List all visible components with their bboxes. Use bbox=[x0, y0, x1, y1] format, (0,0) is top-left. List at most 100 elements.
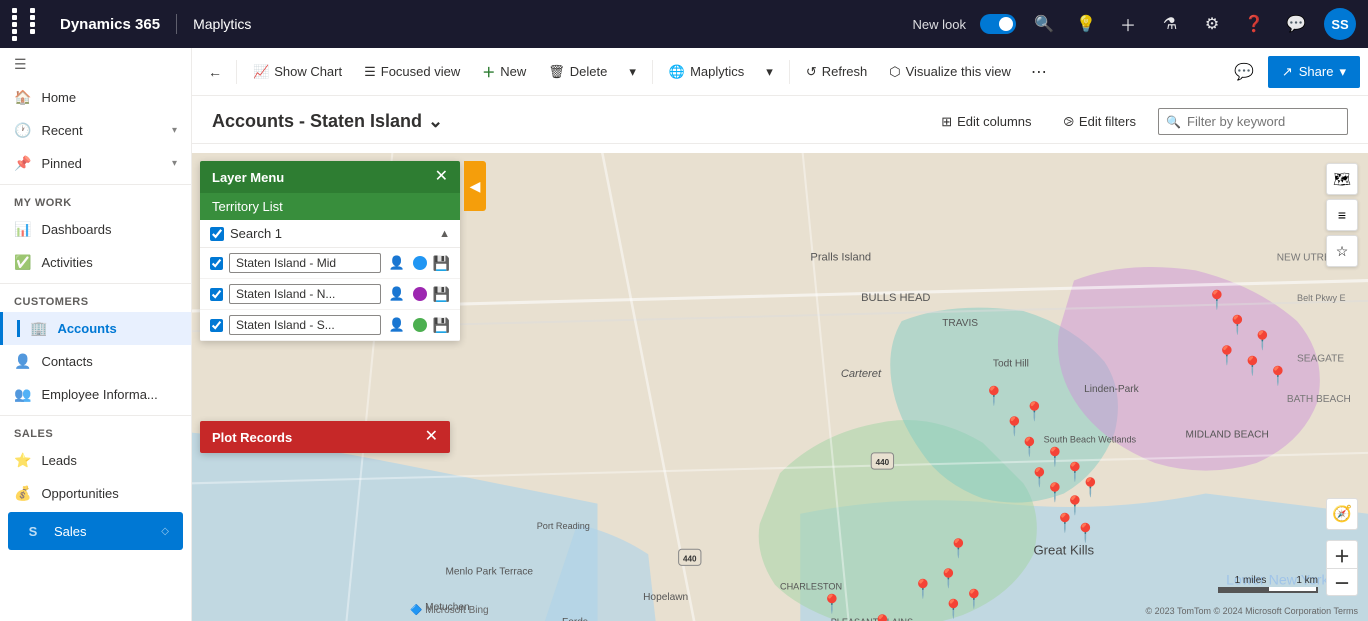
sidebar-item-dashboards[interactable]: 📊 Dashboards bbox=[0, 213, 191, 246]
territory-item-1-save-icon[interactable]: 💾 bbox=[433, 286, 450, 303]
delete-button[interactable]: 🗑 Delete bbox=[538, 54, 617, 90]
microsoft-bing-label: 🔷 Microsoft Bing bbox=[410, 605, 489, 616]
activities-label: Activities bbox=[41, 255, 92, 270]
map-star-button[interactable]: ☆ bbox=[1326, 235, 1358, 267]
list-title[interactable]: Accounts - Staten Island ⌄ bbox=[212, 111, 443, 132]
new-look-toggle[interactable] bbox=[980, 14, 1016, 34]
svg-text:📍: 📍 bbox=[871, 613, 894, 621]
delete-icon: 🗑 bbox=[548, 64, 565, 80]
territory-item-2-save-icon[interactable]: 💾 bbox=[433, 317, 450, 334]
territory-search-checkbox[interactable] bbox=[210, 227, 224, 241]
plot-panel: Plot Records ✕ bbox=[200, 421, 450, 453]
clock-icon: 🕐 bbox=[14, 122, 31, 139]
sidebar-item-opportunities[interactable]: 💰 Opportunities bbox=[0, 477, 191, 510]
settings-icon[interactable]: ⚙ bbox=[1198, 10, 1226, 38]
lightbulb-icon[interactable]: 💡 bbox=[1072, 10, 1100, 38]
help-icon[interactable]: ❓ bbox=[1240, 10, 1268, 38]
svg-text:Belt Pkwy E: Belt Pkwy E bbox=[1297, 293, 1346, 303]
scale-1mile: 1 miles bbox=[1235, 575, 1267, 586]
comments-icon-button[interactable]: 💬 bbox=[1224, 54, 1264, 90]
sidebar-item-activities[interactable]: ✅ Activities bbox=[0, 246, 191, 279]
territory-item-0-color bbox=[413, 256, 427, 270]
opportunities-label: Opportunities bbox=[41, 486, 118, 501]
chat-icon[interactable]: 💬 bbox=[1282, 10, 1310, 38]
sidebar-item-contacts[interactable]: 👤 Contacts bbox=[0, 345, 191, 378]
svg-text:Port Reading: Port Reading bbox=[537, 521, 590, 531]
zoom-out-button[interactable]: － bbox=[1326, 568, 1358, 596]
maplytics-button[interactable]: 🌐 Maplytics bbox=[659, 54, 754, 90]
sidebar-collapse[interactable]: ☰ bbox=[0, 48, 191, 81]
svg-text:📍: 📍 bbox=[962, 588, 985, 609]
dashboards-label: Dashboards bbox=[41, 222, 111, 237]
territory-item-0-checkbox[interactable] bbox=[210, 257, 223, 270]
user-avatar[interactable]: SS bbox=[1324, 8, 1356, 40]
territory-item-1-color bbox=[413, 287, 427, 301]
territory-item-2-checkbox[interactable] bbox=[210, 319, 223, 332]
territory-item-0-person-icon[interactable]: 👤 bbox=[387, 253, 407, 273]
back-button[interactable]: ← bbox=[200, 59, 230, 85]
sidebar-item-home[interactable]: 🏠 Home bbox=[0, 81, 191, 114]
sales-section: Sales bbox=[0, 420, 191, 444]
sidebar-item-sales[interactable]: S Sales ◇ bbox=[8, 512, 183, 550]
sidebar-item-employee[interactable]: 👥 Employee Informa... bbox=[0, 378, 191, 411]
territory-item-1-name[interactable]: Staten Island - N... bbox=[229, 284, 381, 304]
sidebar-item-recent[interactable]: 🕐 Recent ▾ bbox=[0, 114, 191, 147]
territory-item-0-save-icon[interactable]: 💾 bbox=[433, 255, 450, 272]
refresh-button[interactable]: ↺ Refresh bbox=[796, 54, 877, 90]
sidebar-item-pinned[interactable]: 📌 Pinned ▾ bbox=[0, 147, 191, 180]
svg-text:📍: 📍 bbox=[983, 385, 1006, 406]
territory-item-2-person-icon[interactable]: 👤 bbox=[387, 315, 407, 335]
toolbar-right: 💬 ↗ Share ▾ bbox=[1224, 54, 1360, 90]
toolbar: ← 📈 Show Chart ☰ Focused view ＋ New 🗑 De… bbox=[192, 48, 1368, 96]
sidebar-item-accounts[interactable]: 🏢 Accounts bbox=[0, 312, 191, 345]
main-content: ← 📈 Show Chart ☰ Focused view ＋ New 🗑 De… bbox=[192, 48, 1368, 621]
map-bottom-controls: 🧭 ＋ － bbox=[1326, 498, 1358, 596]
top-nav-right: New look 🔍 💡 ＋ ⚗ ⚙ ❓ 💬 SS bbox=[913, 8, 1356, 40]
search-icon[interactable]: 🔍 bbox=[1030, 10, 1058, 38]
territory-item-1-person-icon[interactable]: 👤 bbox=[387, 284, 407, 304]
filter-keyword-input[interactable] bbox=[1158, 108, 1348, 135]
apps-grid-icon[interactable] bbox=[12, 8, 46, 41]
maplytics-globe-icon: 🌐 bbox=[669, 64, 685, 80]
employee-label: Employee Informa... bbox=[41, 387, 157, 402]
edit-columns-icon: ⊞ bbox=[941, 114, 952, 130]
new-button[interactable]: ＋ New bbox=[472, 54, 536, 90]
scale-1km: 1 km bbox=[1296, 575, 1318, 586]
filter-funnel-icon: ⧁ bbox=[1064, 114, 1074, 130]
edit-columns-button[interactable]: ⊞ Edit columns bbox=[931, 109, 1041, 135]
svg-text:440: 440 bbox=[683, 554, 697, 563]
new-look-label: New look bbox=[913, 17, 966, 32]
sidebar-item-leads[interactable]: ⭐ Leads bbox=[0, 444, 191, 477]
map-background: 440 440 Carteret Todt Hill TRAVIS BULLS … bbox=[192, 153, 1368, 621]
territory-item-0-name[interactable]: Staten Island - Mid bbox=[229, 253, 381, 273]
edit-filters-button[interactable]: ⧁ Edit filters bbox=[1054, 109, 1146, 135]
filter-icon[interactable]: ⚗ bbox=[1156, 10, 1184, 38]
territory-collapse-icon[interactable]: ▲ bbox=[439, 228, 450, 240]
panel-toggle-button[interactable]: ◀ bbox=[464, 161, 486, 211]
delete-caret-button[interactable]: ▾ bbox=[619, 54, 646, 90]
zoom-in-button[interactable]: ＋ bbox=[1326, 540, 1358, 568]
svg-text:CHARLESTON: CHARLESTON bbox=[780, 582, 842, 592]
leads-label: Leads bbox=[41, 453, 76, 468]
territory-search-row: Search 1 ▲ bbox=[200, 220, 460, 248]
svg-text:📍: 📍 bbox=[1079, 476, 1102, 497]
top-navigation: Dynamics 365 Maplytics New look 🔍 💡 ＋ ⚗ … bbox=[0, 0, 1368, 48]
focused-view-button[interactable]: ☰ Focused view bbox=[354, 54, 470, 90]
employee-icon: 👥 bbox=[14, 386, 31, 403]
share-button[interactable]: ↗ Share ▾ bbox=[1268, 56, 1360, 88]
list-header: Accounts - Staten Island ⌄ ⊞ Edit column… bbox=[192, 96, 1368, 144]
territory-item-2-color bbox=[413, 318, 427, 332]
map-compass-button[interactable]: 🧭 bbox=[1326, 498, 1358, 530]
territory-search-label: Search 1 bbox=[230, 226, 433, 241]
more-button[interactable]: ⋯ bbox=[1023, 57, 1055, 87]
show-chart-button[interactable]: 📈 Show Chart bbox=[243, 54, 352, 90]
add-icon[interactable]: ＋ bbox=[1114, 10, 1142, 38]
maplytics-caret-button[interactable]: ▾ bbox=[756, 54, 783, 90]
map-list-button[interactable]: ≡ bbox=[1326, 199, 1358, 231]
layer-panel-close-button[interactable]: ✕ bbox=[435, 169, 448, 185]
map-layers-button[interactable]: 🗺 bbox=[1326, 163, 1358, 195]
territory-item-1-checkbox[interactable] bbox=[210, 288, 223, 301]
plot-panel-close-button[interactable]: ✕ bbox=[425, 429, 438, 445]
territory-item-2-name[interactable]: Staten Island - S... bbox=[229, 315, 381, 335]
visualize-button[interactable]: ⬡ Visualize this view bbox=[879, 54, 1021, 90]
